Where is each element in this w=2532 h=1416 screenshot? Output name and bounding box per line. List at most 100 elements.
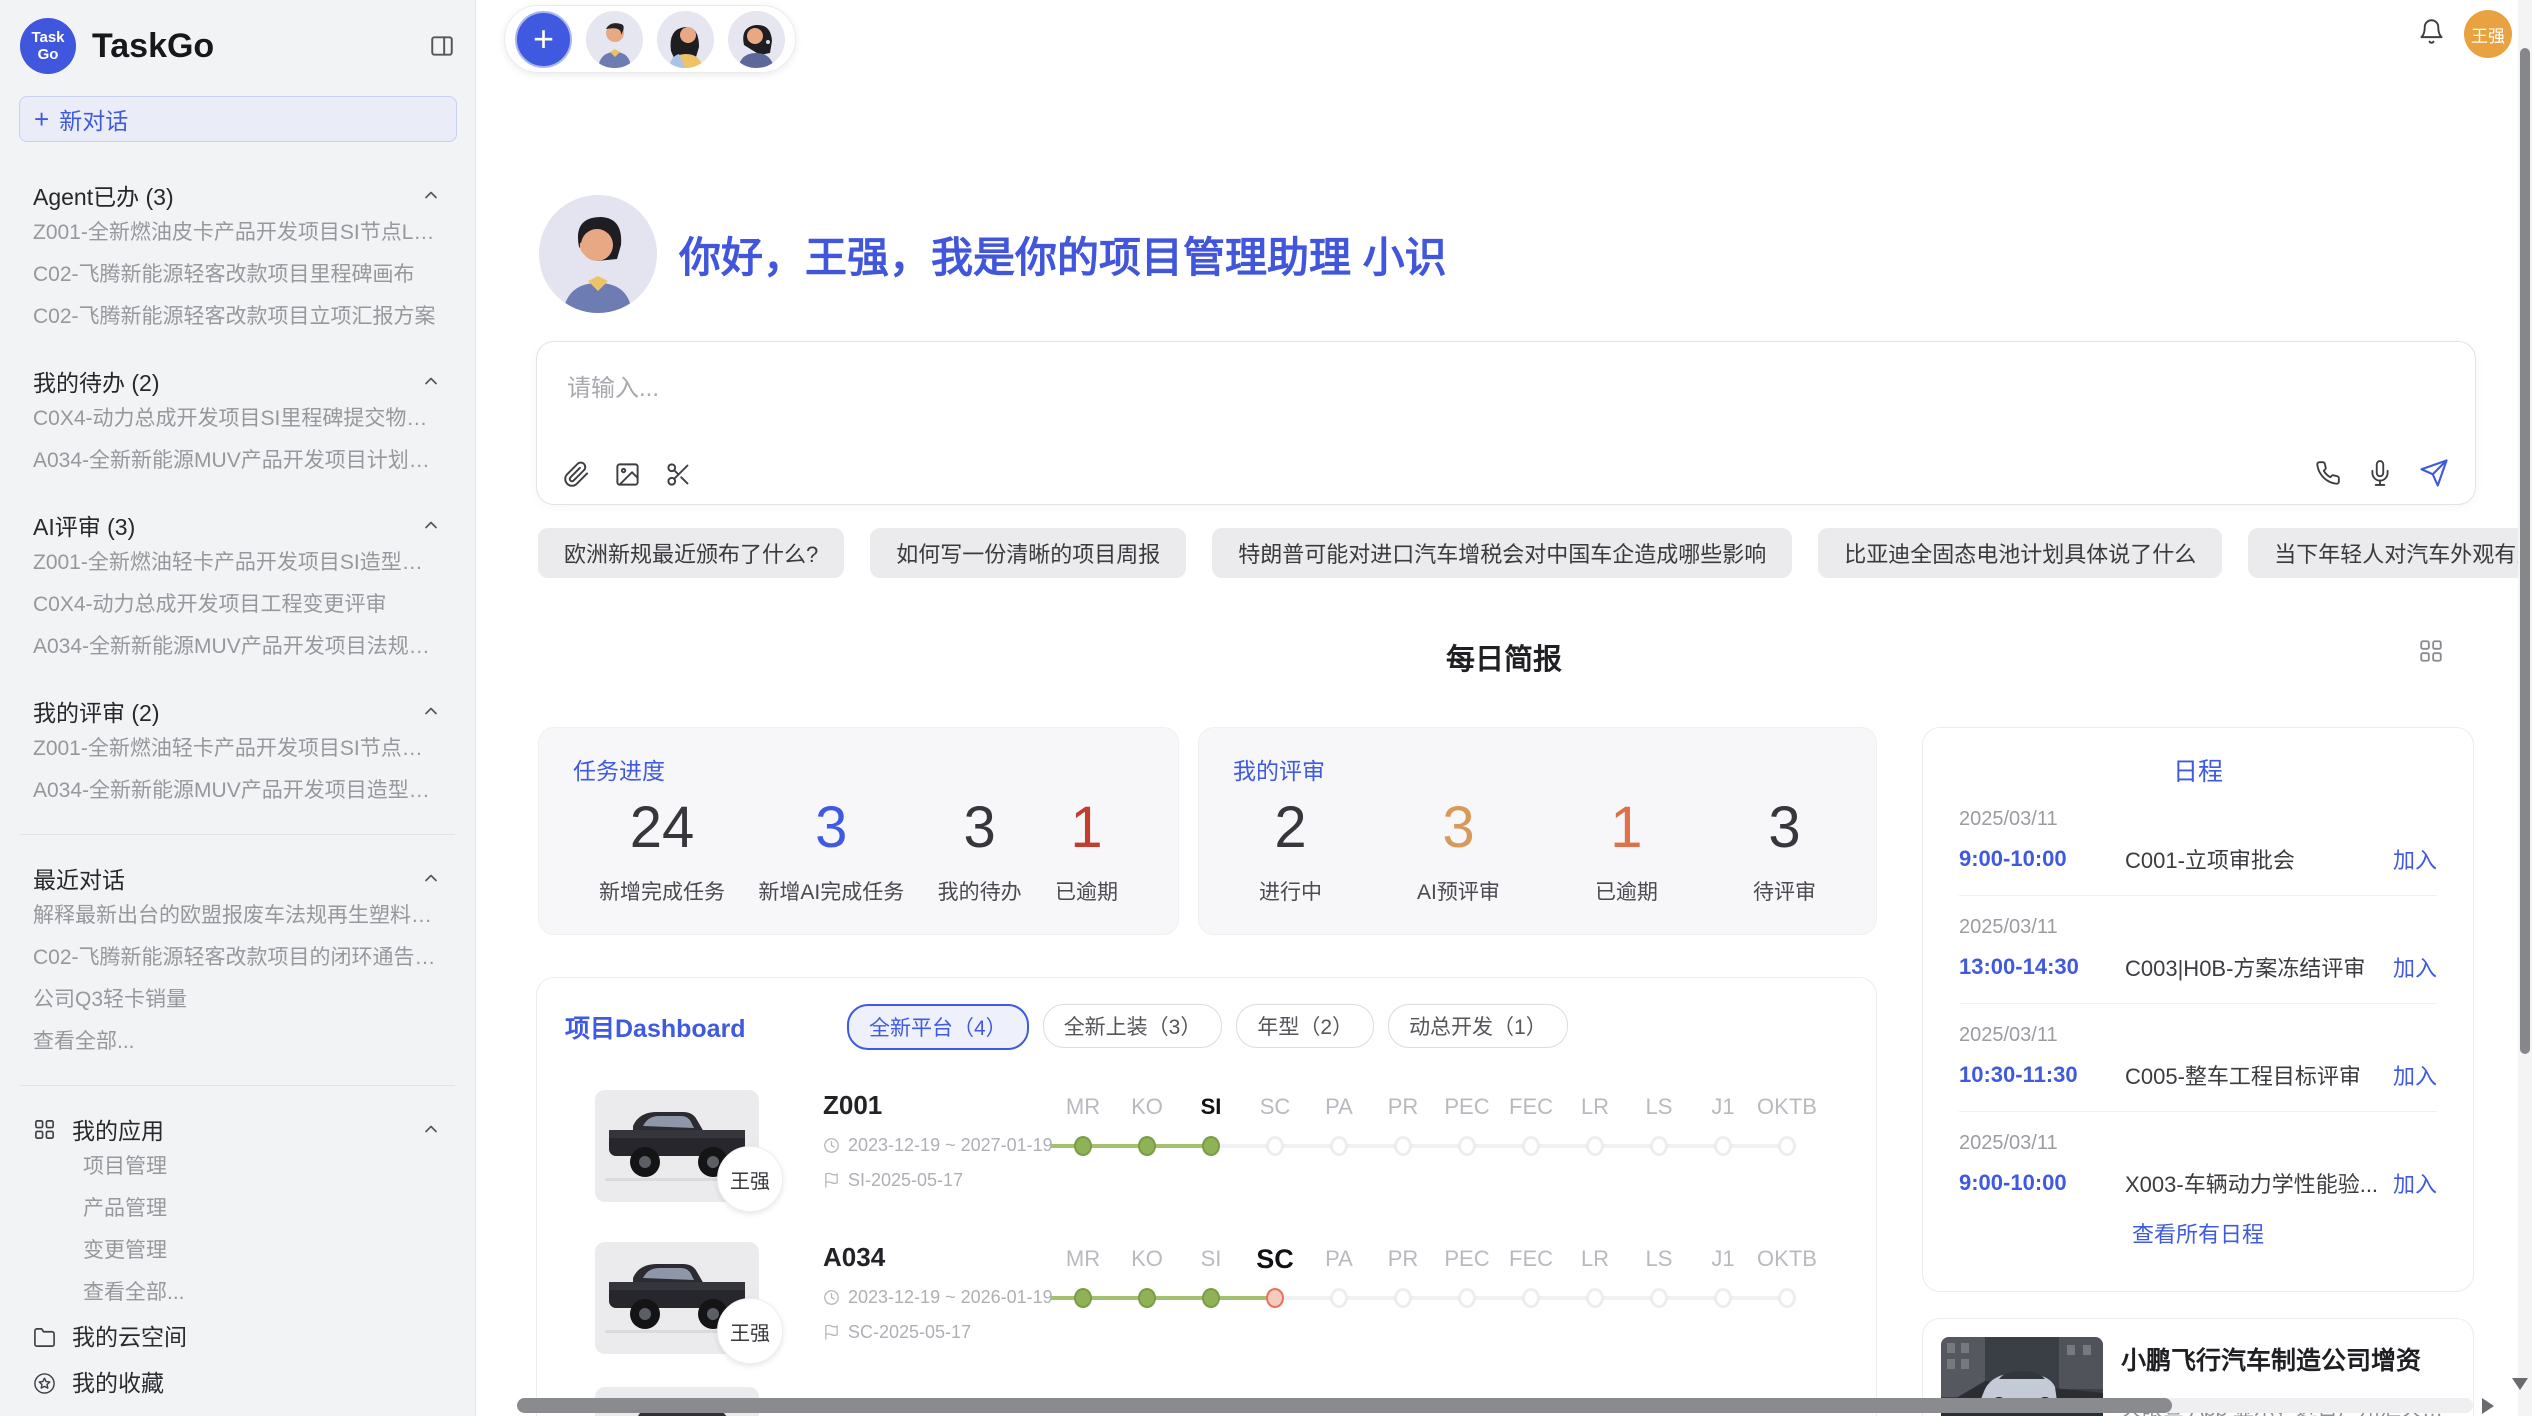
phone-call-icon[interactable] (2315, 460, 2341, 486)
dashboard-filter-tab[interactable]: 全新上装（3） (1043, 1004, 1223, 1048)
microphone-icon[interactable] (2367, 460, 2393, 486)
sidebar-item-star[interactable]: 我的收藏 (33, 1360, 455, 1406)
milestone-cell: OKTB (1755, 1092, 1819, 1176)
project-code[interactable]: Z001 (823, 1090, 1051, 1121)
sidebar-item-folder[interactable]: 我的云空间 (33, 1314, 455, 1360)
milestone-dot[interactable] (1074, 1136, 1092, 1156)
stat-value: 3 (1753, 796, 1816, 860)
sidebar-app-item[interactable]: 变更管理 (33, 1230, 455, 1272)
sidebar-recent-chat-item[interactable]: 查看全部... (33, 1021, 455, 1063)
sidebar-app-item[interactable]: 产品管理 (33, 1188, 455, 1230)
notification-bell-icon[interactable] (2418, 18, 2445, 45)
stat-value: 2 (1259, 796, 1322, 860)
send-icon[interactable] (2419, 458, 2449, 488)
dashboard-filter-tab[interactable]: 年型（2） (1236, 1004, 1374, 1048)
milestone-dot[interactable] (1458, 1136, 1476, 1156)
milestone-cell: SC (1243, 1092, 1307, 1176)
sidebar-group-title[interactable]: 最近对话 (33, 861, 455, 895)
suggestion-chip[interactable]: 欧洲新规最近颁布了什么? (538, 528, 844, 578)
milestone-dot[interactable] (1138, 1288, 1156, 1308)
milestone-dot[interactable] (1778, 1288, 1796, 1308)
sidebar-group-title[interactable]: AI评审 (3) (33, 508, 455, 542)
milestone-dot[interactable] (1586, 1288, 1604, 1308)
image-upload-icon[interactable] (614, 461, 641, 488)
sidebar-task-item[interactable]: C02-飞腾新能源轻客改款项目里程碑画布 (33, 254, 455, 296)
milestone-dot[interactable] (1074, 1288, 1092, 1308)
layout-grid-icon[interactable] (2418, 638, 2444, 664)
sidebar-app-item[interactable]: 查看全部... (33, 1272, 455, 1314)
schedule-join-link[interactable]: 加入 (2393, 843, 2437, 875)
sidebar-app-item[interactable]: 项目管理 (33, 1146, 455, 1188)
horizontal-scrollbar-thumb[interactable] (517, 1398, 2172, 1413)
milestone-dot[interactable] (1522, 1288, 1540, 1308)
dashboard-filter-tab[interactable]: 动总开发（1） (1388, 1004, 1568, 1048)
sidebar-group-title[interactable]: 我的待办 (2) (33, 364, 455, 398)
sidebar-task-item[interactable]: C0X4-动力总成开发项目SI里程碑提交物检查 (33, 398, 455, 440)
project-date-range-text: 2023-12-19 ~ 2027-01-19 (848, 1135, 1053, 1156)
stat-card-title: 我的评审 (1233, 752, 1842, 786)
vertical-scrollbar-thumb[interactable] (2520, 48, 2530, 1054)
suggestion-chip[interactable]: 比亚迪全固态电池计划具体说了什么 (1818, 528, 2222, 578)
suggestion-chip[interactable]: 如何写一份清晰的项目周报 (870, 528, 1186, 578)
add-agent-button[interactable]: + (515, 11, 572, 68)
stat-value: 3 (1417, 796, 1500, 860)
agent-avatar-2[interactable] (657, 11, 714, 68)
sidebar-task-item[interactable]: C02-飞腾新能源轻客改款项目立项汇报方案 (33, 296, 455, 338)
milestone-dot[interactable] (1714, 1288, 1732, 1308)
milestone-dot[interactable] (1650, 1136, 1668, 1156)
milestone-dot[interactable] (1522, 1136, 1540, 1156)
scissors-icon[interactable] (665, 461, 692, 488)
sidebar-group-title[interactable]: 我的评审 (2) (33, 694, 455, 728)
milestone-dot[interactable] (1202, 1136, 1220, 1156)
sidebar-item-my-apps[interactable]: 我的应用 (33, 1112, 455, 1146)
sidebar-recent-chat-item[interactable]: 解释最新出台的欧盟报废车法规再生塑料比例被调至15%... (33, 895, 455, 937)
suggestion-chip[interactable]: 特朗普可能对进口汽车增税会对中国车企造成哪些影响 (1212, 528, 1792, 578)
milestone-dot[interactable] (1330, 1288, 1348, 1308)
milestone-dot[interactable] (1202, 1288, 1220, 1308)
schedule-join-link[interactable]: 加入 (2393, 951, 2437, 983)
dashboard-header: 项目Dashboard 全新平台（4）全新上装（3）年型（2）动总开发（1） (565, 1004, 1848, 1050)
sidebar-task-item[interactable]: A034-全新新能源MUV产品开发项目法规符合性评审 (33, 626, 455, 668)
milestone-dot[interactable] (1394, 1288, 1412, 1308)
milestone-cell: OKTB (1755, 1244, 1819, 1328)
milestone-dot[interactable] (1330, 1136, 1348, 1156)
project-code[interactable]: A034 (823, 1242, 1051, 1273)
sidebar-recent-chat-item[interactable]: C02-飞腾新能源轻客改款项目的闭环通告反馈情况 (33, 937, 455, 979)
schedule-join-link[interactable]: 加入 (2393, 1059, 2437, 1091)
milestone-dot[interactable] (1650, 1288, 1668, 1308)
chevron-up-icon (421, 371, 441, 391)
milestone-cell: LR (1563, 1244, 1627, 1328)
sidebar-task-item[interactable]: A034-全新新能源MUV产品开发项目计划变更表编写 (33, 440, 455, 482)
milestone-dot[interactable] (1266, 1288, 1284, 1308)
scroll-right-arrow-icon[interactable] (2482, 1398, 2494, 1414)
new-chat-button[interactable]: + 新对话 (19, 96, 457, 142)
milestone-dot[interactable] (1138, 1136, 1156, 1156)
sidebar-task-item[interactable]: Z001-全新燃油皮卡产品开发项目SI节点Lesson Learn报告 (33, 212, 455, 254)
sidebar-task-item[interactable]: Z001-全新燃油轻卡产品开发项目SI节点属性5D文件评审 (33, 728, 455, 770)
sidebar-task-item[interactable]: A034-全新新能源MUV产品开发项目造型可行性评审 (33, 770, 455, 812)
sidebar-collapse-icon[interactable] (429, 33, 455, 59)
dashboard-filter-tab[interactable]: 全新平台（4） (847, 1004, 1029, 1050)
milestone-dot[interactable] (1778, 1136, 1796, 1156)
agent-avatar-3[interactable] (728, 11, 785, 68)
milestone-dot[interactable] (1458, 1288, 1476, 1308)
suggestion-chip[interactable]: 当下年轻人对汽车外观有怎样的喜好趋势 (2248, 528, 2532, 578)
agent-avatar-1[interactable] (586, 11, 643, 68)
schedule-join-link[interactable]: 加入 (2393, 1167, 2437, 1199)
user-avatar[interactable]: 王强 (2464, 10, 2512, 58)
milestone-dot[interactable] (1394, 1136, 1412, 1156)
stat-label: 已逾期 (1055, 876, 1118, 906)
sidebar-group-title[interactable]: Agent已办 (3) (33, 178, 455, 212)
sidebar-task-item[interactable]: Z001-全新燃油轻卡产品开发项目SI造型提交物评审 (33, 542, 455, 584)
view-all-schedule-link[interactable]: 查看所有日程 (1959, 1217, 2437, 1249)
milestone-dot[interactable] (1714, 1136, 1732, 1156)
attachment-icon[interactable] (563, 461, 590, 488)
milestone-dot[interactable] (1586, 1136, 1604, 1156)
composer[interactable]: 请输入... (536, 341, 2476, 505)
scroll-down-arrow-icon[interactable] (2512, 1378, 2528, 1390)
schedule-title: 日程 (1959, 752, 2437, 788)
horizontal-scrollbar-track[interactable] (517, 1398, 2473, 1413)
sidebar-recent-chat-item[interactable]: 公司Q3轻卡销量 (33, 979, 455, 1021)
sidebar-task-item[interactable]: C0X4-动力总成开发项目工程变更评审 (33, 584, 455, 626)
milestone-dot[interactable] (1266, 1136, 1284, 1156)
